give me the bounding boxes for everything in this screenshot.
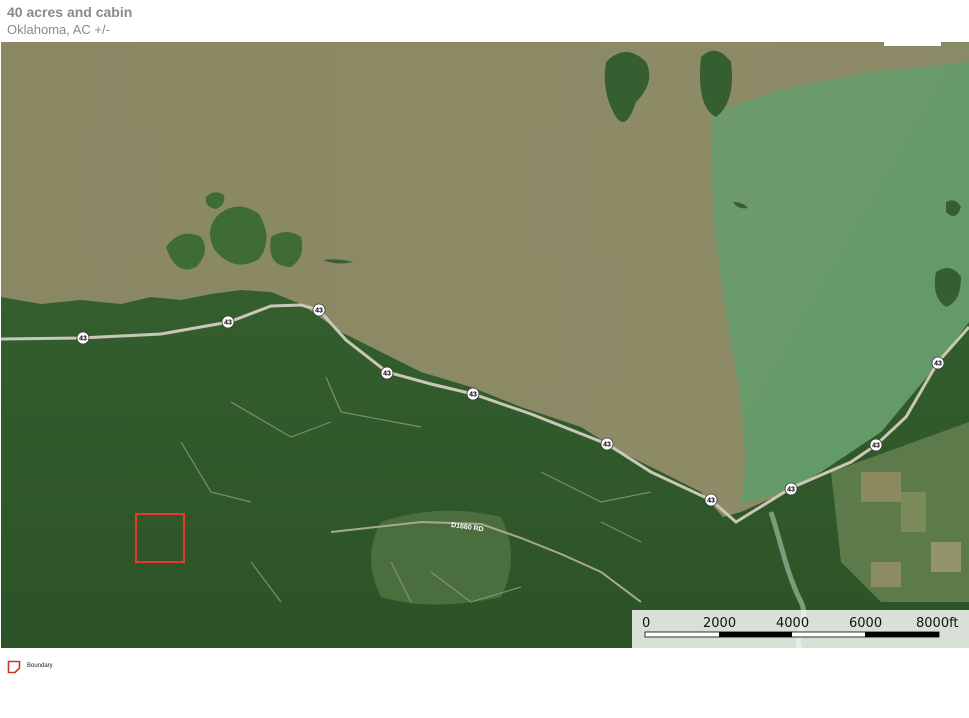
svg-text:43: 43	[224, 320, 232, 327]
header: 40 acres and cabin Oklahoma, AC +/-	[0, 0, 969, 42]
field	[861, 472, 901, 502]
field	[871, 562, 901, 587]
route-shield: 43	[869, 438, 883, 452]
route-shield: 43	[466, 387, 480, 401]
scale-tick-label: 8000ft	[916, 616, 959, 631]
route-shield: 43	[221, 315, 235, 329]
svg-text:43: 43	[787, 487, 795, 494]
svg-text:43: 43	[707, 498, 715, 505]
boundary-polygon-icon	[7, 660, 21, 674]
route-shield: 43	[704, 493, 718, 507]
scale-tick-label: 0	[642, 616, 651, 631]
field	[931, 542, 961, 572]
scale-tick-label: 6000	[849, 616, 883, 631]
svg-text:43: 43	[383, 371, 391, 378]
route-shield: 43	[312, 303, 326, 317]
route-shield: 43	[76, 331, 90, 345]
route-shield: 43	[784, 482, 798, 496]
satellite-map[interactable]: 43 43 43 43 43 43 43 43 43 43 D1660 RD	[1, 42, 969, 648]
svg-text:43: 43	[79, 336, 87, 343]
field	[901, 492, 926, 532]
legend-label-boundary: Boundary	[27, 663, 53, 669]
svg-text:43: 43	[603, 442, 611, 449]
page-title: 40 acres and cabin	[7, 4, 133, 20]
route-shield: 43	[380, 366, 394, 380]
map-legend: Boundary	[7, 660, 53, 674]
scale-tick-label: 4000	[776, 616, 810, 631]
page-subtitle: Oklahoma, AC +/-	[7, 22, 110, 37]
svg-text:43: 43	[469, 392, 477, 399]
route-shield: 43	[931, 356, 945, 370]
svg-text:43: 43	[315, 308, 323, 315]
map-control-tab	[884, 42, 941, 46]
svg-text:43: 43	[934, 361, 942, 368]
svg-text:43: 43	[872, 443, 880, 450]
map-canvas: 43 43 43 43 43 43 43 43 43 43 D1660 RD	[1, 42, 969, 648]
scale-tick-label: 2000	[703, 616, 737, 631]
route-shield: 43	[600, 437, 614, 451]
